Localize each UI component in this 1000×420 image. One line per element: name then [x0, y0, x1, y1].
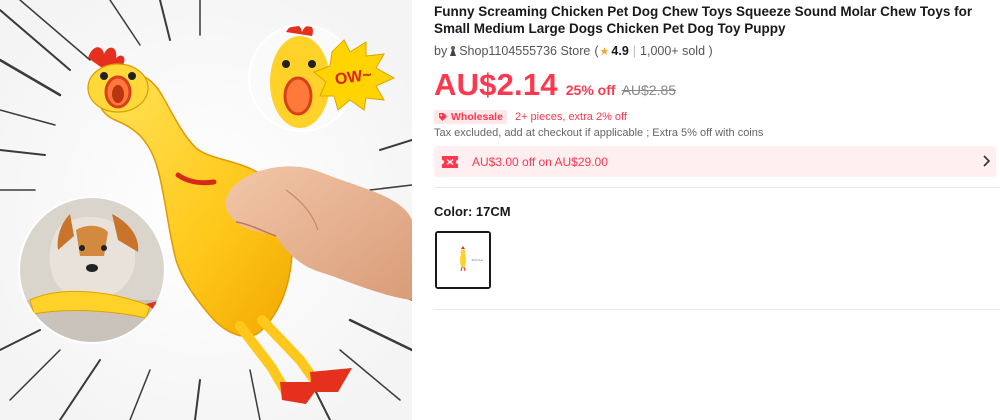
color-swatch-17cm[interactable]: 17cm Le — [435, 231, 491, 289]
swatch-thumbnail: 17cm Le — [437, 233, 489, 287]
coupon-text: AU$3.00 off on AU$29.00 — [472, 154, 608, 169]
discount-percent: 25% off — [565, 82, 616, 98]
wholesale-offer: 2+ pieces, extra 2% off — [514, 110, 627, 123]
wholesale-badge: Wholesale — [434, 109, 507, 124]
chevron-right-icon — [983, 155, 990, 167]
wholesale-row: Wholesale 2+ pieces, extra 2% off — [434, 109, 1000, 124]
current-price: AU$2.14 — [434, 67, 558, 102]
tax-note: Tax excluded, add at checkout if applica… — [434, 127, 764, 139]
divider — [434, 187, 1000, 188]
store-by-label: by — [434, 44, 448, 58]
divider — [434, 309, 1000, 310]
store-open-paren: ( — [594, 44, 599, 58]
star-icon: ★ — [599, 45, 610, 58]
sold-count: 1,000+ sold ) — [640, 44, 713, 58]
store-separator: | — [632, 44, 637, 58]
tag-icon — [439, 112, 447, 121]
coupon-ticket-icon — [442, 155, 458, 168]
store-name-link[interactable]: Shop1104555736 Store — [459, 44, 590, 58]
product-title: Funny Screaming Chicken Pet Dog Chew Toy… — [434, 4, 973, 36]
original-price: AU$2.85 — [621, 82, 677, 98]
store-rating: 4.9 — [611, 44, 629, 58]
store-avatar-icon — [448, 45, 458, 57]
wholesale-badge-label: Wholesale — [451, 110, 503, 123]
coupon-bar[interactable]: AU$3.00 off on AU$29.00 — [434, 146, 996, 177]
product-details: Funny Screaming Chicken Pet Dog Chew Toy… — [434, 3, 1000, 310]
product-gallery: OW~ — [0, 0, 412, 420]
color-variant-label: Color: 17CM — [434, 204, 511, 219]
product-main-image[interactable]: OW~ — [0, 0, 412, 420]
price-row: AU$2.14 25% off AU$2.85 — [434, 67, 1000, 103]
store-info: by Shop1104555736 Store ( ★ 4.9 | 1,000+… — [434, 43, 1000, 59]
swatch-caption: 17cm Le — [471, 258, 483, 262]
